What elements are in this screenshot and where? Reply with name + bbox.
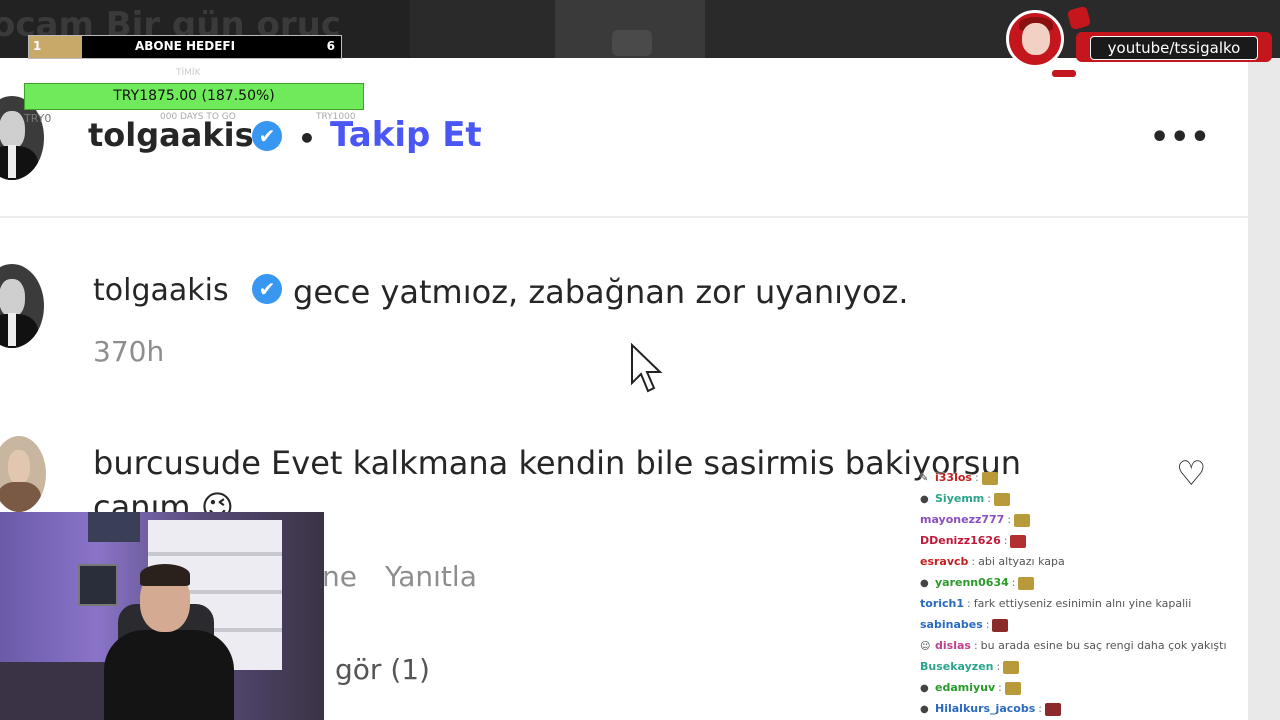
chat-message: ● yarenn0634: [920, 575, 1035, 591]
chat-emote-icon [1004, 681, 1021, 695]
chat-emote-icon [1003, 660, 1020, 674]
goal-end-value: 6 [326, 39, 335, 53]
chat-username: Siyemm [935, 492, 985, 505]
chat-username: mayonezz777 [920, 513, 1005, 526]
mouse-cursor-icon [631, 343, 663, 393]
chat-message: mayonezz777: [920, 512, 1031, 528]
comment-timestamp: 370h [93, 335, 165, 368]
chat-message: sabinabes: [920, 617, 1009, 633]
more-options-icon[interactable]: ••• [1150, 120, 1211, 155]
post-header: tolgaakis ✔ • Takip Et ••• [0, 58, 1248, 218]
chat-username: dislas [935, 639, 971, 652]
donation-days-label: 000 DAYS TO GO [160, 112, 236, 122]
chat-text: bu arada esine bu saç rengi daha çok yak… [980, 639, 1227, 652]
comment-username[interactable]: tolgaakis [93, 273, 229, 308]
chat-emote-icon [1010, 534, 1027, 548]
subscriber-goal-bar: 1 ABONE HEDEFI 6 [28, 35, 342, 59]
chat-user-badge-icon: ● [920, 494, 929, 505]
verified-badge-icon: ✔ [252, 274, 282, 304]
chat-user-badge-icon: ● [920, 683, 929, 694]
chat-user-badge-icon: ● [920, 704, 929, 715]
chat-username: i33los [935, 471, 972, 484]
chat-username: DDenizz1626 [920, 534, 1001, 547]
chat-emote-icon [992, 618, 1009, 632]
webcam-feed [0, 512, 324, 720]
chat-message: DDenizz1626: [920, 533, 1027, 549]
play-icon [612, 30, 652, 56]
chat-emote-icon [1018, 576, 1035, 590]
like-heart-icon[interactable]: ♡ [1176, 454, 1206, 494]
chat-emote-icon [993, 492, 1010, 506]
view-replies-link[interactable]: gör (1) [335, 653, 430, 686]
verified-badge-icon: ✔ [252, 121, 282, 151]
chat-username: sabinabes [920, 618, 983, 631]
comment-username[interactable]: burcusude [93, 444, 261, 482]
donation-max-label: TRY1000 [316, 112, 356, 122]
chat-username: esravcb [920, 555, 969, 568]
chat-message: ☺ dislas: bu arada esine bu saç rengi daha… [920, 638, 1227, 654]
comment-row: burcusude Evet kalkmana kendin bile sasi… [93, 444, 1021, 482]
goal-title: ABONE HEDEFI [134, 39, 236, 53]
comment-text: Evet kalkmana kendin bile sasirmis bakiy… [271, 444, 1022, 482]
comment-avatar[interactable] [0, 264, 44, 348]
chat-user-badge-icon: ✎ [920, 473, 929, 484]
separator-dot: • [298, 122, 316, 155]
header-divider [0, 216, 1248, 218]
chat-text: fark ettiyseniz esinimin alnı yine kapal… [973, 597, 1192, 610]
chat-user-badge-icon: ● [920, 578, 929, 589]
chat-username: Hilalkurs_jacobs [935, 702, 1036, 715]
comment-text: gece yatmıoz, zabağnan zor uyanıyoz. [293, 273, 909, 311]
chat-message: esravcb: abi altyazı kapa [920, 555, 1065, 568]
donation-caption: TİMİK [176, 68, 201, 78]
chat-message: ● Siyemm: [920, 491, 1010, 507]
chat-emote-icon [981, 471, 998, 485]
chat-emote-icon [1014, 513, 1031, 527]
chat-message: ● edamiyuv: [920, 680, 1021, 696]
channel-url: youtube/tssigalko [1090, 36, 1258, 60]
donation-goal-bar: TRY1875.00 (187.50%) [24, 83, 364, 110]
scrollbar-area[interactable] [1248, 58, 1280, 720]
chat-emote-icon [1044, 702, 1061, 716]
reply-button[interactable]: Yanıtla [385, 560, 477, 593]
chat-message: Busekayzen: [920, 659, 1020, 675]
chat-user-badge-icon: ☺ [920, 641, 931, 652]
chat-message: torich1: fark ettiyseniz esinimin alnı yi… [920, 597, 1192, 610]
like-label-partial[interactable]: ne [322, 560, 357, 593]
chat-username: Busekayzen [920, 660, 994, 673]
commenter-avatar[interactable] [0, 436, 46, 512]
streamer-avatar-logo [1006, 10, 1064, 68]
chat-username: edamiyuv [935, 681, 996, 694]
chat-text: abi altyazı kapa [978, 555, 1065, 568]
chat-message: ● Hilalkurs_jacobs: [920, 701, 1061, 717]
donation-min-label: TRY0 [24, 112, 52, 125]
chat-username: torich1 [920, 597, 965, 610]
chat-message: ✎ i33los: [920, 470, 998, 486]
chat-username: yarenn0634 [935, 576, 1009, 589]
badge-decoration [1052, 70, 1076, 77]
